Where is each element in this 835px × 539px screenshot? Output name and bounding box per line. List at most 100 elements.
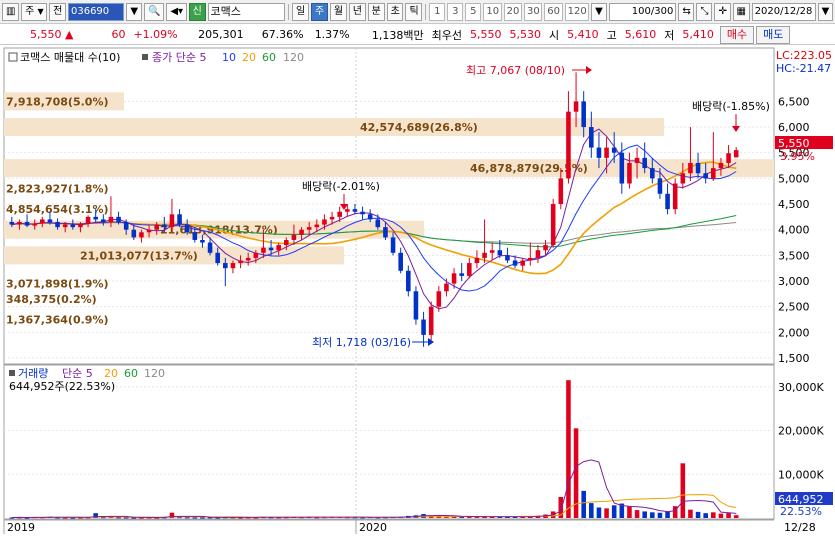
candle-body — [314, 224, 320, 228]
candle-body — [230, 263, 236, 269]
price-change-pct: +1.09% — [133, 28, 178, 41]
bid-price: 5,530 — [509, 28, 542, 41]
interval-20-button[interactable]: 20 — [503, 2, 522, 21]
period-minute-button[interactable]: 분 — [367, 2, 385, 21]
interval-120-button[interactable]: 120 — [564, 2, 590, 21]
high-annotation: 최고 7,067 (08/10) — [466, 64, 565, 77]
volume-bar — [604, 508, 609, 518]
sound-icon[interactable]: ◀▾ — [166, 2, 187, 21]
prev-button[interactable]: 전 — [49, 2, 66, 21]
sell-button[interactable]: 매도 — [756, 25, 791, 44]
candle-body — [550, 204, 556, 246]
candle-body — [528, 257, 533, 261]
period-tick-button[interactable]: 틱 — [405, 2, 423, 21]
candle-body — [62, 224, 68, 228]
toolbar: ▥ 주 ▼ 전 036690 ▼ 🔍 ◀▾ 신 코맥스 일 주 월 년 분 초 … — [0, 0, 835, 24]
price-volume-chart[interactable]: 7,918,708(5.0%) 2,823,927(1.8%) 4,854,654(… — [0, 46, 835, 536]
interval-30-button[interactable]: 30 — [523, 2, 543, 21]
interval-10-button[interactable]: 10 — [483, 2, 502, 21]
data-count-field[interactable]: 100/300 — [608, 2, 677, 21]
candle-body — [200, 239, 205, 243]
candle-body — [146, 229, 152, 233]
candle-body — [398, 252, 403, 271]
code-dropdown-icon[interactable]: ▼ — [126, 2, 143, 21]
stock-name-field: 코맥스 — [207, 2, 286, 21]
volume-profile-label: 348,375(0.2%) — [6, 293, 97, 306]
period-second-button[interactable]: 초 — [386, 2, 404, 21]
volume-tick-label: 10,000K — [778, 468, 824, 481]
candle-body — [642, 157, 647, 169]
best-quote-label: 최우선 — [431, 28, 463, 42]
search-icon[interactable]: 🔍 — [144, 2, 165, 21]
calendar-icon[interactable]: ▦ — [732, 2, 750, 21]
volume-profile-label: 2,823,927(1.8%) — [6, 183, 109, 196]
candle-body — [108, 216, 114, 222]
candle-body — [78, 223, 83, 228]
candle-body — [611, 147, 617, 153]
candle-body — [47, 219, 53, 222]
candle-body — [17, 222, 22, 225]
buy-button[interactable]: 매수 — [719, 25, 755, 44]
candle-body — [284, 239, 289, 246]
candle-body — [535, 250, 541, 258]
candle-body — [680, 173, 686, 184]
candle-body — [162, 224, 167, 228]
stock-code-input[interactable]: 036690 — [67, 2, 125, 21]
volume-bar — [642, 511, 647, 518]
candle-body — [131, 229, 137, 238]
interval-1-button[interactable]: 1 — [429, 2, 446, 21]
volume-ratio: 67.36% — [261, 28, 304, 41]
chart-type-select[interactable]: 주 ▼ — [21, 2, 48, 21]
candle-body — [688, 162, 693, 174]
interval-3-button[interactable]: 3 — [447, 2, 464, 21]
candle-body — [421, 319, 426, 335]
legend-ma120: 120 — [283, 51, 304, 64]
volume-bar — [665, 511, 670, 518]
period-week-button[interactable]: 주 — [310, 2, 328, 21]
zoom-icon[interactable]: ⇆ — [678, 2, 695, 21]
legend-stock-name: 코맥스 매물대 수(10) — [20, 51, 120, 64]
candle-body — [520, 260, 525, 266]
volume-bar — [650, 512, 655, 518]
candle-body — [627, 162, 632, 184]
candle-body — [322, 219, 327, 225]
candle-body — [192, 232, 198, 240]
interval-dropdown-icon[interactable]: ▼ — [591, 2, 607, 21]
interval-5-button[interactable]: 5 — [465, 2, 482, 21]
legend-ma-label: 종가 단순 5 — [152, 51, 206, 64]
volume-bar — [718, 513, 724, 518]
separator — [288, 3, 290, 20]
date-field[interactable]: 2020/12/28 — [751, 2, 816, 21]
candle-body — [390, 237, 396, 253]
candle-body — [512, 260, 518, 266]
ask-price: 5,550 — [470, 28, 502, 41]
interval-60-button[interactable]: 60 — [544, 2, 563, 21]
indicator-icon[interactable]: ⤡ — [696, 2, 713, 21]
chart-menu-icon[interactable]: ▥ — [2, 2, 20, 21]
high-label: 고 — [606, 28, 617, 42]
candle-body — [360, 211, 365, 215]
volume-legend-ma20: 20 — [104, 367, 118, 380]
period-year-button[interactable]: 년 — [348, 2, 366, 21]
period-month-button[interactable]: 월 — [329, 2, 347, 21]
candle-body — [428, 306, 434, 335]
sin-badge: 신 — [188, 2, 206, 21]
lc-label: LC:223.05 — [776, 49, 832, 62]
volume-bar — [581, 490, 586, 518]
volume-bar — [688, 509, 693, 518]
y-tick-label: 6,000 — [778, 121, 810, 134]
date-dropdown-icon[interactable]: ▼ — [817, 2, 834, 21]
candle-body — [291, 234, 297, 240]
chart-area[interactable]: 7,918,708(5.0%) 2,823,927(1.8%) 4,854,654(… — [0, 46, 835, 536]
candle-body — [101, 219, 106, 222]
candle-body — [123, 222, 129, 230]
candle-body — [154, 224, 159, 230]
volume-bar — [726, 512, 731, 518]
candle-body — [558, 178, 564, 205]
candle-body — [70, 224, 76, 228]
candle-body — [375, 219, 381, 228]
crosshair-icon[interactable]: ✛ — [714, 2, 731, 21]
candle-body — [268, 247, 274, 251]
candle-body — [703, 173, 708, 179]
period-day-button[interactable]: 일 — [292, 2, 309, 21]
